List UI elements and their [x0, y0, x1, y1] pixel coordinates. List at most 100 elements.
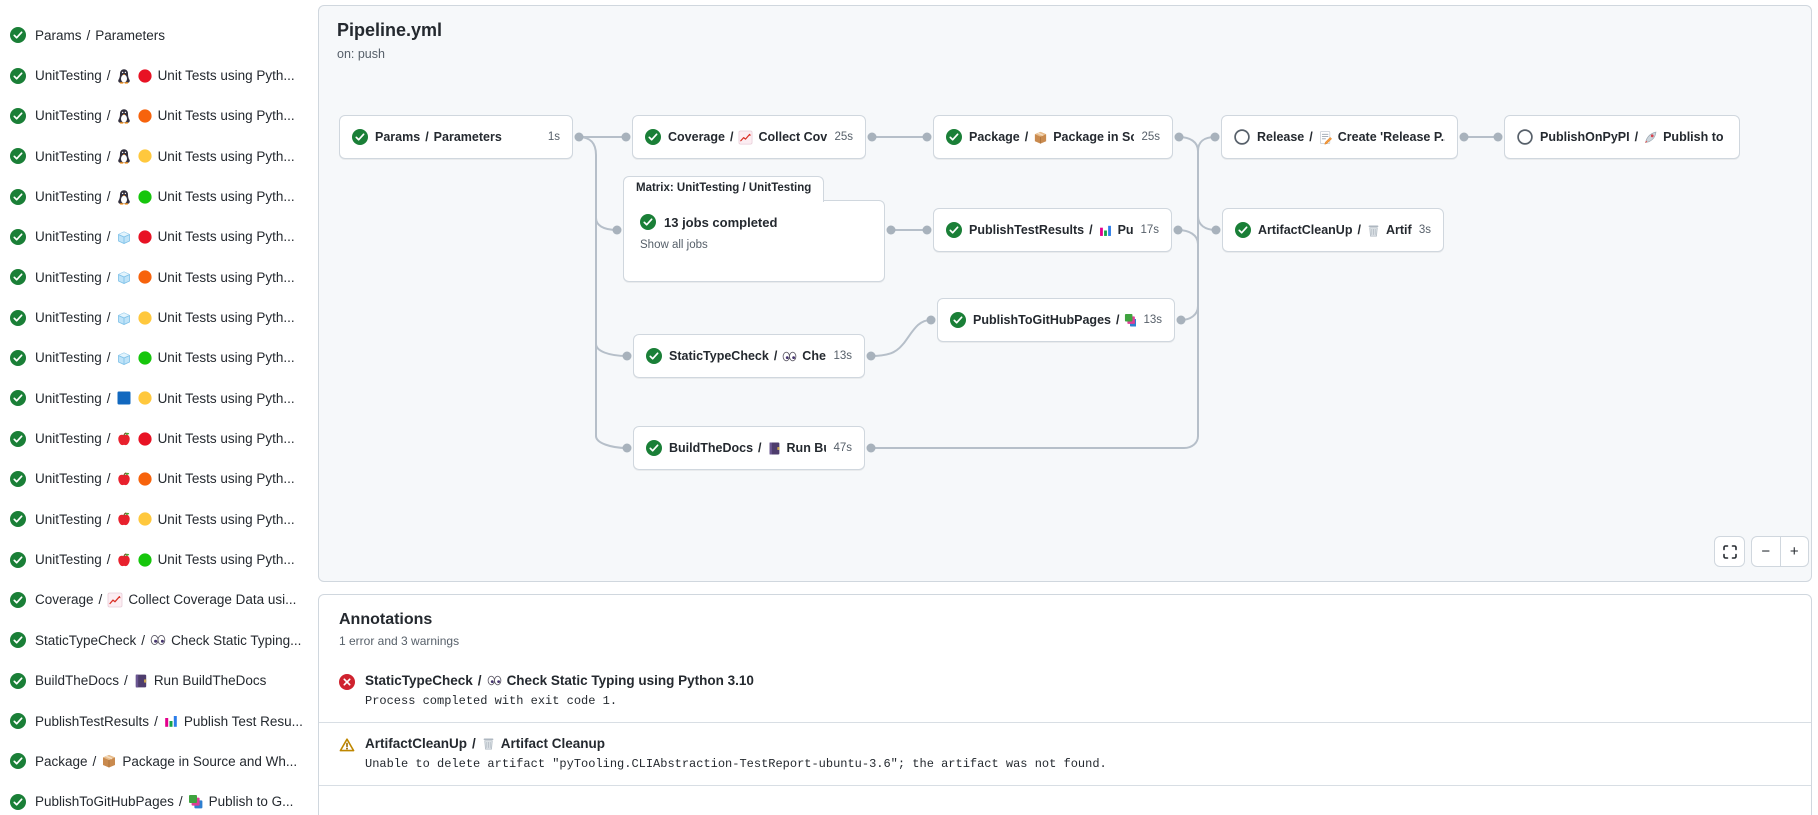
sidebar-job-item[interactable]: UnitTesting/Unit Tests using Pyth...: [0, 55, 318, 95]
check-circle-icon: [10, 794, 26, 810]
zoom-in-button[interactable]: +: [1780, 537, 1809, 566]
check-circle-icon: [10, 148, 26, 164]
separator: /: [107, 310, 111, 325]
sidebar-job-item[interactable]: UnitTesting/Unit Tests using Pyth...: [0, 297, 318, 337]
sidebar-job-item[interactable]: UnitTesting/Unit Tests using Pyth...: [0, 96, 318, 136]
sidebar-job-item[interactable]: UnitTesting/Unit Tests using Pyth...: [0, 217, 318, 257]
step-name: Package in So...: [1053, 130, 1134, 144]
matrix-tab[interactable]: Matrix: UnitTesting / UnitTesting: [623, 176, 824, 202]
green-circle-icon: [137, 552, 153, 568]
check-circle-icon: [646, 348, 662, 364]
node-static-type-check[interactable]: StaticTypeCheck/Chec...13s: [633, 334, 865, 378]
job-name: PublishTestResults: [969, 223, 1084, 237]
check-circle-icon: [10, 552, 26, 568]
separator: /: [730, 130, 733, 144]
books-icon: [188, 794, 204, 810]
sidebar-job-item[interactable]: UnitTesting/Unit Tests using Pyth...: [0, 539, 318, 579]
check-circle-icon: [10, 229, 26, 245]
job-name: PublishTestResults: [35, 714, 149, 729]
node-duration: 13s: [833, 350, 852, 362]
annotation-error-message: Process completed with exit code 1.: [365, 694, 754, 708]
sidebar-job-label: UnitTesting/Unit Tests using Pyth...: [35, 390, 295, 406]
job-name: Package: [35, 754, 88, 769]
node-artifact-cleanup[interactable]: ArtifactCleanUp/Artifac...3s: [1222, 208, 1444, 252]
node-title: PublishOnPyPI/Publish to ...: [1540, 130, 1727, 145]
job-name: StaticTypeCheck: [35, 633, 136, 648]
node-title: PublishTestResults/Pu...: [969, 223, 1133, 238]
node-params[interactable]: Params/Parameters1s: [339, 115, 573, 159]
separator: /: [758, 441, 761, 455]
sidebar-job-item[interactable]: BuildTheDocs/Run BuildTheDocs: [0, 661, 318, 701]
node-publish-on-pypi[interactable]: PublishOnPyPI/Publish to ...: [1504, 115, 1740, 159]
step-name: Collect Cove...: [758, 130, 827, 144]
sidebar-job-item[interactable]: UnitTesting/Unit Tests using Pyth...: [0, 418, 318, 458]
sidebar-job-label: StaticTypeCheck/Check Static Typing...: [35, 632, 301, 648]
node-duration: 3s: [1419, 224, 1431, 236]
fullscreen-button[interactable]: [1714, 536, 1745, 567]
sidebar-job-item[interactable]: UnitTesting/Unit Tests using Pyth...: [0, 257, 318, 297]
ice-cube-icon: [116, 350, 132, 366]
step-name: Collect Coverage Data usi...: [128, 592, 296, 607]
sidebar-job-item[interactable]: Params/Parameters: [0, 15, 318, 55]
zoom-control: − +: [1751, 536, 1809, 567]
job-name: Params: [35, 28, 82, 43]
node-build-the-docs[interactable]: BuildTheDocs/Run Buil... 47s: [633, 426, 865, 470]
sidebar-job-item[interactable]: Coverage/Collect Coverage Data usi...: [0, 580, 318, 620]
job-name: Release: [1257, 130, 1304, 144]
step-name: Unit Tests using Pyth...: [158, 471, 295, 486]
job-name: UnitTesting: [35, 552, 102, 567]
check-circle-icon: [10, 390, 26, 406]
annotation-job-name: ArtifactCleanUp: [365, 736, 467, 751]
annotation-warning-title[interactable]: ArtifactCleanUp / Artifact Cleanup: [365, 736, 1107, 751]
wastebasket-icon: [481, 736, 496, 751]
separator: /: [107, 270, 111, 285]
check-circle-icon: [10, 673, 26, 689]
sidebar-job-item[interactable]: UnitTesting/Unit Tests using Pyth...: [0, 136, 318, 176]
error-icon: [339, 674, 355, 690]
step-name: Unit Tests using Pyth...: [158, 350, 295, 365]
node-title: Coverage/Collect Cove...: [668, 130, 827, 145]
chart-increasing-icon: [738, 130, 753, 145]
sidebar-job-label: PublishToGitHubPages/Publish to G...: [35, 794, 293, 810]
workflow-graph-panel: [318, 5, 1812, 582]
sidebar-job-label: UnitTesting/Unit Tests using Pyth...: [35, 511, 295, 527]
separator: /: [107, 68, 111, 83]
sidebar-job-item[interactable]: UnitTesting/Unit Tests using Pyth...: [0, 378, 318, 418]
show-all-jobs-link[interactable]: Show all jobs: [640, 239, 868, 251]
eyes-icon: [150, 632, 166, 648]
ice-cube-icon: [116, 229, 132, 245]
matrix-summary: 13 jobs completed: [664, 215, 777, 230]
separator: /: [141, 633, 145, 648]
sidebar-job-item[interactable]: PublishTestResults/Publish Test Resu...: [0, 701, 318, 741]
check-circle-icon: [946, 222, 962, 238]
red-circle-icon: [137, 431, 153, 447]
matrix-card[interactable]: 13 jobs completed Show all jobs: [623, 200, 885, 282]
sidebar-job-item[interactable]: UnitTesting/Unit Tests using Pyth...: [0, 338, 318, 378]
sidebar-job-item[interactable]: PublishToGitHubPages/Publish to G...: [0, 782, 318, 815]
node-coverage[interactable]: Coverage/Collect Cove...25s: [632, 115, 866, 159]
check-circle-icon: [10, 350, 26, 366]
yellow-circle-icon: [137, 390, 153, 406]
annotation-error-title[interactable]: StaticTypeCheck / Check Static Typing us…: [365, 673, 754, 688]
zoom-out-button[interactable]: −: [1752, 537, 1780, 566]
job-name: UnitTesting: [35, 350, 102, 365]
sidebar-job-item[interactable]: Package/Package in Source and Wh...: [0, 741, 318, 781]
sidebar-job-item[interactable]: StaticTypeCheck/Check Static Typing...: [0, 620, 318, 660]
check-circle-icon: [10, 189, 26, 205]
sidebar-job-label: UnitTesting/Unit Tests using Pyth...: [35, 350, 295, 366]
job-name: ArtifactCleanUp: [1258, 223, 1352, 237]
job-name: Coverage: [35, 592, 94, 607]
separator: /: [472, 736, 476, 751]
sidebar-job-item[interactable]: UnitTesting/Unit Tests using Pyth...: [0, 176, 318, 216]
node-duration: 47s: [833, 442, 852, 454]
apple-icon: [116, 552, 132, 568]
node-release[interactable]: Release/Create 'Release P...: [1221, 115, 1458, 159]
node-publish-test-results[interactable]: PublishTestResults/Pu...17s: [933, 208, 1172, 252]
sidebar-job-item[interactable]: UnitTesting/Unit Tests using Pyth...: [0, 459, 318, 499]
node-package[interactable]: Package/Package in So...25s: [933, 115, 1173, 159]
node-title: BuildTheDocs/Run Buil...: [669, 441, 826, 456]
sidebar-job-item[interactable]: UnitTesting/Unit Tests using Pyth...: [0, 499, 318, 539]
ice-cube-icon: [116, 310, 132, 326]
node-publish-to-github-pages[interactable]: PublishToGitHubPages/...13s: [937, 298, 1175, 342]
sidebar-job-label: UnitTesting/Unit Tests using Pyth...: [35, 68, 295, 84]
